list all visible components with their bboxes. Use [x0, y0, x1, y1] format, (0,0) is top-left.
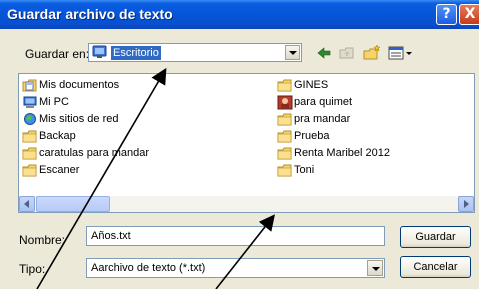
- close-button[interactable]: X: [459, 4, 479, 25]
- back-arrow-icon[interactable]: [315, 44, 333, 62]
- save-in-label: Guardar en:: [25, 47, 90, 61]
- horizontal-scrollbar[interactable]: [19, 196, 474, 212]
- folder-icon: [22, 147, 37, 160]
- network-places-icon: [24, 113, 36, 125]
- cancel-button[interactable]: Cancelar: [400, 256, 471, 278]
- filetype-dropdown-arrow[interactable]: [367, 260, 383, 276]
- folder-icon: [277, 164, 292, 177]
- file-list-item-label: Renta Maribel 2012: [294, 147, 391, 159]
- folder-icon: [22, 130, 37, 143]
- save-in-dropdown-arrow[interactable]: [285, 45, 300, 60]
- file-list-item-label: Escaner: [39, 164, 80, 176]
- up-folder-icon[interactable]: [338, 44, 356, 62]
- folder-icon: [277, 130, 292, 143]
- save-in-dropdown[interactable]: Escritorio: [88, 43, 302, 62]
- view-menu-icon[interactable]: [388, 44, 414, 62]
- new-folder-icon[interactable]: [362, 44, 382, 62]
- desktop-icon: [92, 45, 107, 58]
- folder-icon: [277, 113, 292, 126]
- title-bar[interactable]: Guardar archivo de texto ? X: [0, 0, 479, 29]
- help-button[interactable]: ?: [436, 4, 457, 25]
- folder-icon: [277, 79, 292, 92]
- my-computer-icon: [23, 96, 37, 108]
- filename-label: Nombre:: [19, 233, 66, 247]
- file-list-item-label: caratulas para mandar: [39, 147, 150, 159]
- filetype-dropdown[interactable]: Aarchivo de texto (*.txt): [86, 258, 385, 278]
- file-list-item-label: GINES: [294, 79, 329, 91]
- save-dialog: Guardar archivo de texto ? X Guardar en:…: [0, 0, 479, 289]
- filetype-label: Tipo:: [19, 262, 46, 276]
- file-list-item-label: Mis sitios de red: [39, 113, 119, 125]
- my-documents-icon: [22, 79, 37, 92]
- save-in-value: Escritorio: [110, 45, 162, 61]
- file-list-item-label: Backap: [39, 130, 76, 142]
- scroll-right-button[interactable]: [458, 196, 474, 212]
- filetype-value: Aarchivo de texto (*.txt): [91, 262, 206, 274]
- file-list-item-label: para quimet: [294, 96, 353, 108]
- scroll-thumb[interactable]: [36, 196, 110, 212]
- filename-input[interactable]: Años.txt: [86, 226, 385, 246]
- file-list[interactable]: Mis documentos Mi PC Mis sitios de red Back…: [18, 73, 475, 213]
- file-list-item-label: Mis documentos: [39, 79, 120, 91]
- folder-icon: [22, 164, 37, 177]
- file-list-item-label: Toni: [294, 164, 315, 176]
- folder-icon: [277, 147, 292, 160]
- scroll-left-button[interactable]: [19, 196, 35, 212]
- file-list-item-label: Mi PC: [39, 96, 69, 108]
- save-button[interactable]: Guardar: [400, 226, 471, 248]
- file-list-item-label: Prueba: [294, 130, 330, 142]
- dialog-title: Guardar archivo de texto: [7, 6, 173, 22]
- image-file-icon: [277, 95, 293, 110]
- file-list-item-label: pra mandar: [294, 113, 351, 125]
